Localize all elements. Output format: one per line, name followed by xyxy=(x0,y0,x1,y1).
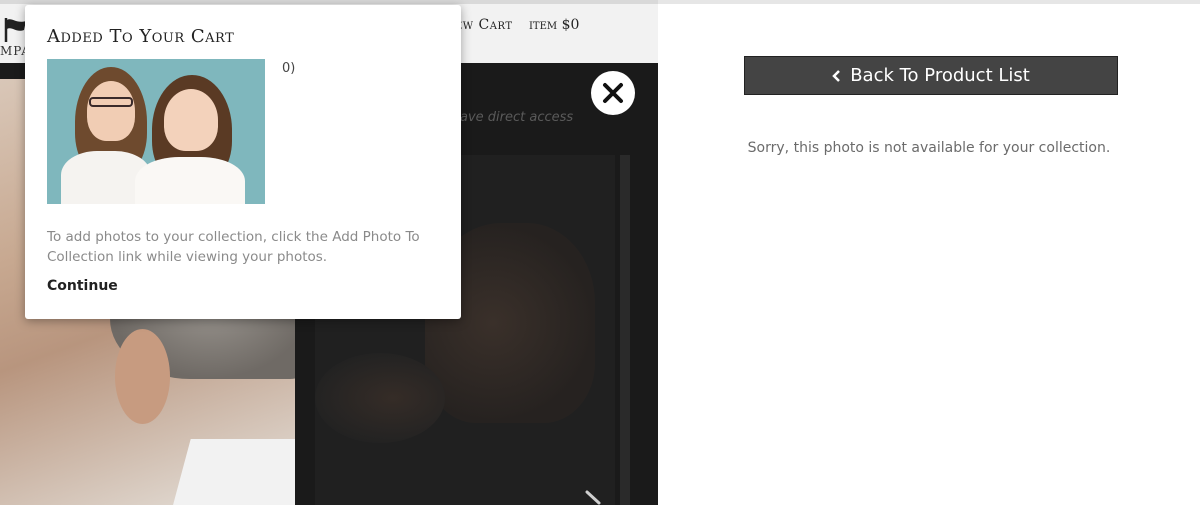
faded-background-text: ave direct access xyxy=(460,110,574,125)
close-button[interactable] xyxy=(591,71,635,115)
cart-item-thumbnail xyxy=(47,59,265,204)
added-to-cart-modal: Added To Your Cart 0) To add photos to y… xyxy=(25,5,461,319)
modal-title: Added To Your Cart xyxy=(47,26,235,47)
back-to-product-list-button[interactable]: Back To Product List xyxy=(744,56,1118,95)
chevron-left-icon xyxy=(832,69,841,82)
cart-links: ew Cart item $0 xyxy=(455,17,591,33)
page: MPA ew Cart item $0 ave direct access Ba… xyxy=(0,0,1200,505)
product-panel: Back To Product List Sorry, this photo i… xyxy=(658,0,1200,505)
continue-link[interactable]: Continue xyxy=(47,278,118,294)
chevron-right-icon[interactable] xyxy=(584,490,604,505)
unavailable-message: Sorry, this photo is not available for y… xyxy=(747,140,1111,156)
modal-instruction: To add photos to your collection, click … xyxy=(47,229,420,265)
back-button-label: Back To Product List xyxy=(850,65,1030,86)
view-cart-link[interactable]: ew Cart xyxy=(455,17,513,33)
cart-summary[interactable]: item $0 xyxy=(529,17,579,33)
close-icon xyxy=(603,83,623,103)
cart-count: 0) xyxy=(282,61,296,76)
